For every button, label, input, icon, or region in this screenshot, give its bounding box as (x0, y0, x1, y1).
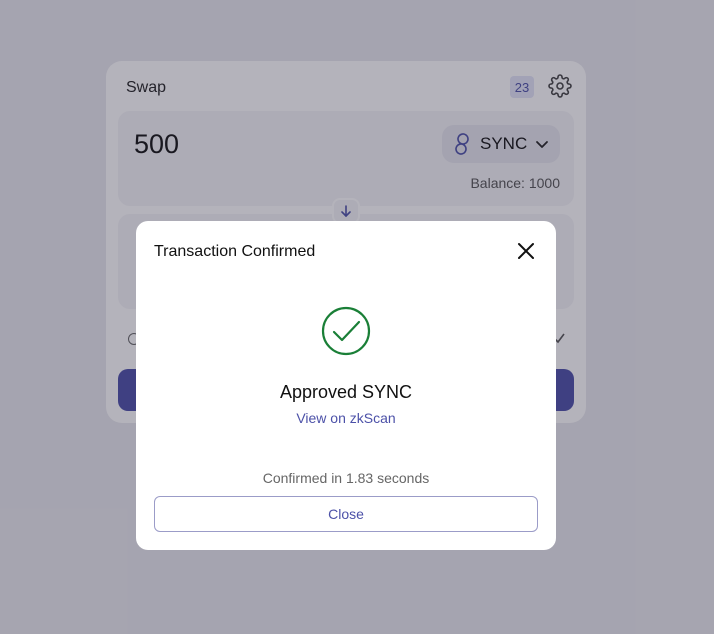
transaction-modal: Transaction Confirmed Approved SYNC View… (136, 221, 556, 550)
modal-title: Transaction Confirmed (154, 243, 316, 260)
close-button[interactable]: Close (154, 496, 538, 532)
check-circle-icon (321, 306, 371, 356)
confirmation-time: Confirmed in 1.83 seconds (262, 470, 430, 486)
close-icon[interactable] (516, 241, 536, 261)
view-on-explorer-link[interactable]: View on zkScan (136, 410, 556, 426)
status-text: Approved SYNC (279, 382, 413, 402)
